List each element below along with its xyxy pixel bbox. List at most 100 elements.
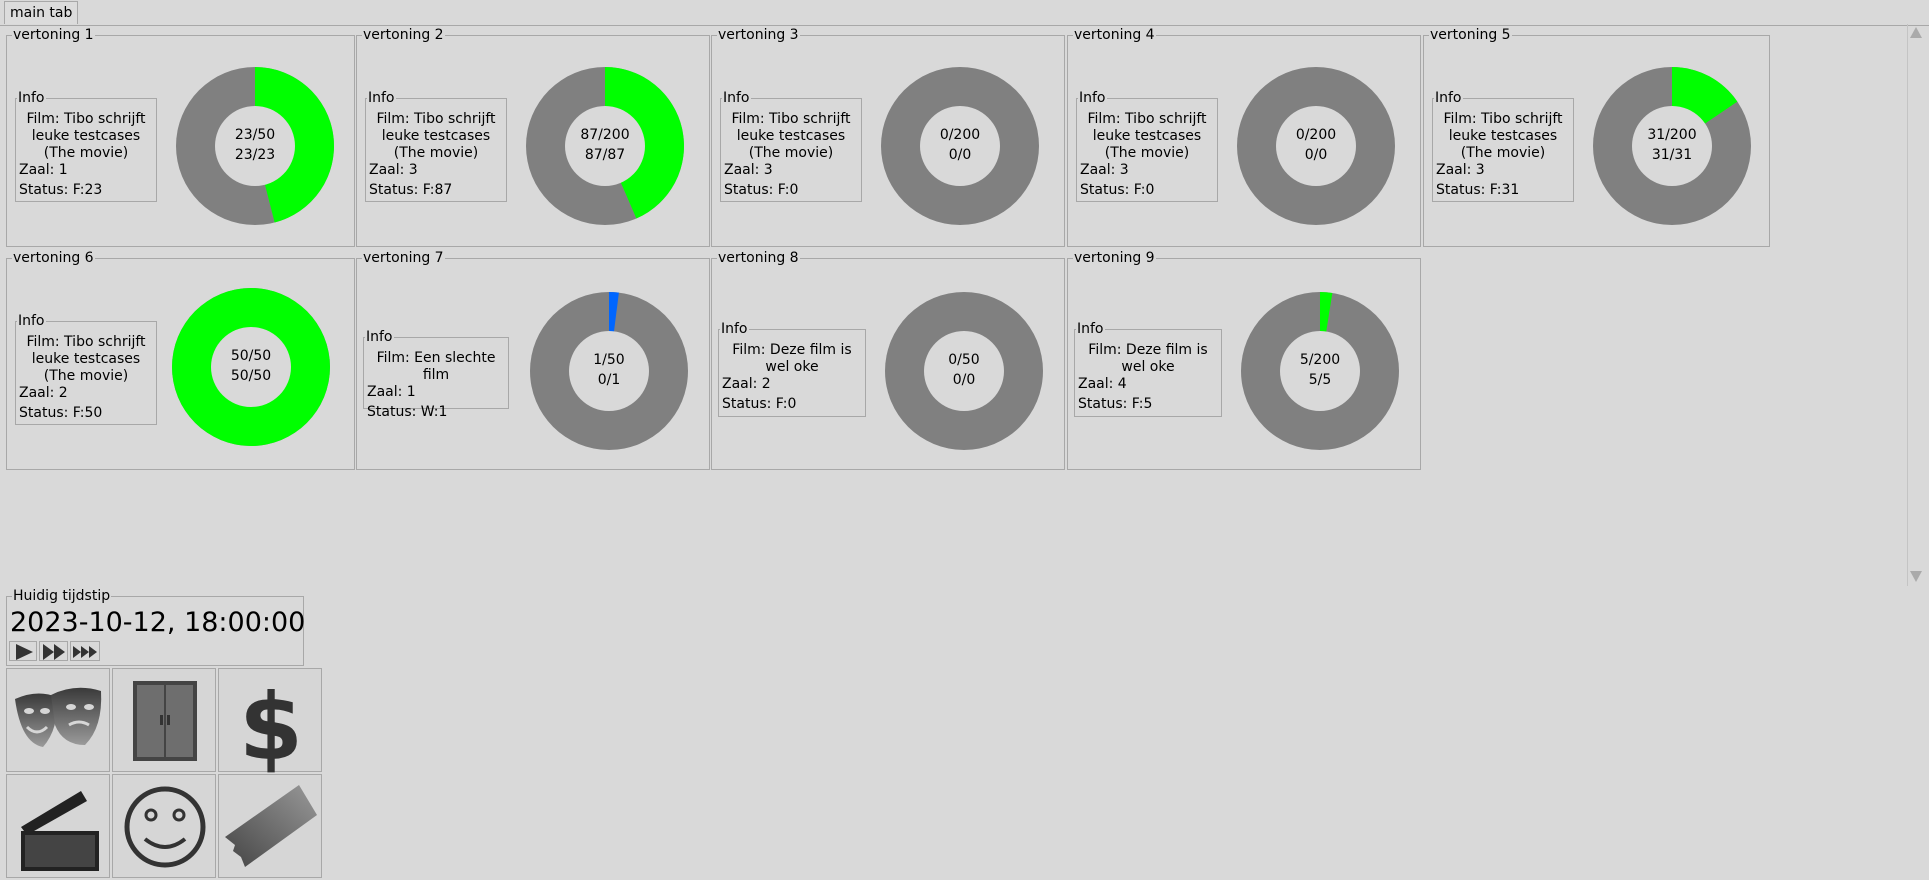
current-time-panel: Huidig tijdstip 2023-10-12, 18:00:00 [6, 588, 306, 666]
info-title: Info [17, 313, 46, 329]
smiley-icon [124, 786, 206, 868]
screening-status: Status: F:0 [722, 396, 797, 412]
occupancy-donut: 50/50 50/50 [169, 285, 333, 449]
screening-panel: vertoning 8 Info Film: Deze film is wel … [711, 250, 1065, 470]
film-name: Film: Tibo schrijft leuke testcases (The… [1087, 111, 1207, 161]
vertical-scrollbar[interactable] [1907, 24, 1925, 586]
info-box: Info Film: Tibo schrijft leuke testcases… [15, 90, 157, 202]
screening-status: Status: F:0 [724, 182, 799, 198]
theater-button[interactable] [6, 668, 110, 772]
screening-title: vertoning 2 [362, 27, 445, 43]
info-box: Info Film: Tibo schrijft leuke testcases… [1432, 90, 1574, 202]
screening-status: Status: F:87 [369, 182, 453, 198]
play-button[interactable] [9, 641, 37, 661]
film-name: Film: Tibo schrijft leuke testcases (The… [1443, 111, 1563, 161]
current-time-value: 2023-10-12, 18:00:00 [10, 607, 306, 638]
info-box: Info Film: Tibo schrijft leuke testcases… [1076, 90, 1218, 202]
scroll-up-arrow-icon[interactable] [1910, 27, 1922, 38]
screening-panel: vertoning 1 Info Film: Tibo schrijft leu… [6, 27, 355, 247]
ticket-icon [225, 785, 317, 867]
fast-forward-button[interactable] [39, 641, 68, 661]
info-box: Info Film: Deze film is wel oke Zaal: 4 … [1074, 321, 1222, 417]
hall-number: Zaal: 2 [19, 385, 68, 401]
info-box: Info Film: Een slechte film Zaal: 1 Stat… [363, 329, 509, 420]
info-title: Info [1076, 321, 1105, 337]
seats-sold-label: 0/200 [1295, 127, 1337, 143]
occupancy-donut: 0/50 0/0 [882, 289, 1046, 453]
hall-number: Zaal: 3 [1080, 162, 1129, 178]
hall-number: Zaal: 1 [367, 384, 416, 400]
info-title: Info [1078, 90, 1107, 106]
seats-sold-label: 0/50 [948, 352, 980, 368]
scroll-down-arrow-icon[interactable] [1910, 571, 1922, 582]
screening-status: Status: W:1 [367, 404, 448, 420]
screening-title: vertoning 3 [717, 27, 800, 43]
tickets-scanned-label: 87/87 [584, 147, 626, 163]
screening-panel: vertoning 4 Info Film: Tibo schrijft leu… [1067, 27, 1421, 247]
seats-sold-label: 87/200 [580, 127, 630, 143]
svg-text:$: $ [239, 674, 303, 773]
info-title: Info [720, 321, 749, 337]
tickets-button[interactable] [218, 774, 322, 878]
door-icon [133, 681, 197, 761]
tab-main[interactable]: main tab [4, 1, 79, 24]
info-title: Info [367, 90, 396, 106]
info-box: Info Film: Deze film is wel oke Zaal: 2 … [718, 321, 866, 417]
faster-forward-button[interactable] [70, 641, 100, 661]
current-time-title: Huidig tijdstip [12, 588, 112, 604]
occupancy-donut: 5/200 5/5 [1238, 289, 1402, 453]
tickets-scanned-label: 5/5 [1308, 372, 1332, 388]
hall-number: Zaal: 3 [1436, 162, 1485, 178]
seats-sold-label: 1/50 [593, 352, 625, 368]
screening-title: vertoning 6 [12, 250, 95, 266]
info-title: Info [722, 90, 751, 106]
seats-sold-label: 23/50 [234, 127, 276, 143]
occupancy-donut: 1/50 0/1 [527, 289, 691, 453]
film-name: Film: Een slechte film [376, 350, 496, 383]
occupancy-donut: 31/200 31/31 [1590, 64, 1754, 228]
occupancy-donut: 0/200 0/0 [878, 64, 1042, 228]
screening-panel: vertoning 7 Info Film: Een slechte film … [356, 250, 710, 470]
film-name: Film: Tibo schrijft leuke testcases (The… [26, 334, 146, 384]
tab-bar: main tab [0, 0, 1929, 26]
seats-sold-label: 0/200 [939, 127, 981, 143]
seats-sold-label: 50/50 [230, 348, 272, 364]
screening-panel: vertoning 2 Info Film: Tibo schrijft leu… [356, 27, 710, 247]
finance-button[interactable]: $ [218, 668, 322, 773]
screening-status: Status: F:23 [19, 182, 103, 198]
films-button[interactable] [6, 774, 110, 878]
screening-title: vertoning 8 [717, 250, 800, 266]
hall-number: Zaal: 3 [369, 162, 418, 178]
theater-masks-icon [15, 687, 102, 747]
occupancy-donut: 0/200 0/0 [1234, 64, 1398, 228]
screening-panel: vertoning 3 Info Film: Tibo schrijft leu… [711, 27, 1065, 247]
info-title: Info [17, 90, 46, 106]
screening-status: Status: F:31 [1436, 182, 1520, 198]
screening-status: Status: F:50 [19, 405, 103, 421]
screening-panel: vertoning 9 Info Film: Deze film is wel … [1067, 250, 1421, 470]
play-icon [16, 644, 33, 660]
tickets-scanned-label: 50/50 [230, 368, 272, 384]
info-box: Info Film: Tibo schrijft leuke testcases… [365, 90, 507, 202]
screening-title: vertoning 9 [1073, 250, 1156, 266]
film-name: Film: Tibo schrijft leuke testcases (The… [376, 111, 496, 161]
seats-sold-label: 5/200 [1299, 352, 1341, 368]
occupancy-donut: 87/200 87/87 [523, 64, 687, 228]
info-title: Info [365, 329, 394, 345]
hall-number: Zaal: 4 [1078, 376, 1127, 392]
rooms-button[interactable] [112, 668, 216, 772]
customers-button[interactable] [112, 774, 216, 878]
tickets-scanned-label: 23/23 [234, 147, 276, 163]
hall-number: Zaal: 1 [19, 162, 68, 178]
screening-title: vertoning 4 [1073, 27, 1156, 43]
triple-forward-icon [73, 646, 97, 658]
film-name: Film: Tibo schrijft leuke testcases (The… [731, 111, 851, 161]
clapperboard-icon [21, 791, 99, 871]
info-box: Info Film: Tibo schrijft leuke testcases… [15, 313, 157, 425]
tickets-scanned-label: 0/0 [948, 147, 972, 163]
dollar-icon: $ [239, 674, 303, 773]
film-name: Film: Deze film is wel oke [732, 342, 852, 375]
tickets-scanned-label: 0/0 [952, 372, 976, 388]
info-box: Info Film: Tibo schrijft leuke testcases… [720, 90, 862, 202]
fast-forward-icon [43, 644, 65, 660]
